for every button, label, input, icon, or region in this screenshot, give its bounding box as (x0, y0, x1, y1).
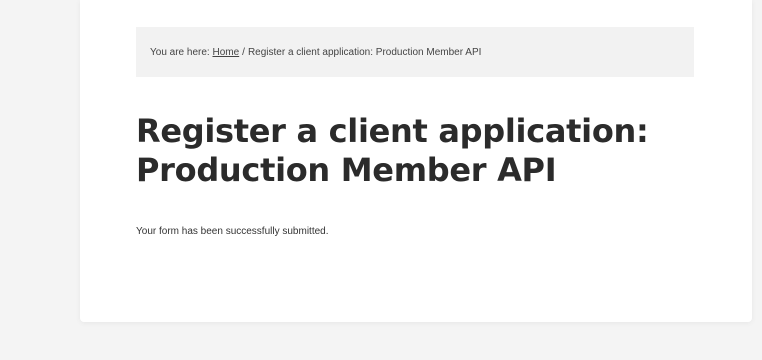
success-message: Your form has been successfully submitte… (136, 226, 329, 237)
breadcrumb-separator: / (242, 46, 245, 58)
page-title: Register a client application: Productio… (136, 112, 649, 189)
breadcrumb-home-link[interactable]: Home (212, 47, 239, 58)
page: You are here: Home / Register a client app… (0, 0, 762, 360)
breadcrumb-prefix: You are here: (150, 46, 210, 58)
breadcrumb: You are here: Home / Register a client app… (136, 27, 694, 77)
content-card: You are here: Home / Register a client app… (80, 0, 752, 322)
breadcrumb-current: Register a client application: Productio… (247, 46, 482, 58)
